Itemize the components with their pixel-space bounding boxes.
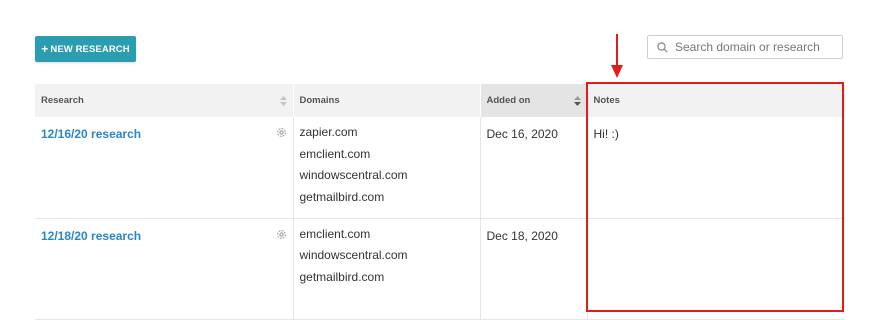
gear-icon[interactable] xyxy=(276,229,287,240)
domains-cell: zapier.com emclient.com windowscentral.c… xyxy=(293,117,481,219)
research-cell: 12/16/20 research xyxy=(35,117,294,219)
search-icon xyxy=(657,41,668,53)
table-row: 12/18/20 research emclient.com windowsce… xyxy=(35,218,845,320)
domain-item: zapier.com xyxy=(299,125,358,139)
column-header-added-on[interactable]: Added on xyxy=(480,84,588,117)
domain-item: emclient.com xyxy=(299,146,371,161)
added-on-cell: Dec 16, 2020 xyxy=(480,117,588,219)
domain-item: windowscentral.com xyxy=(299,248,408,262)
research-cell: 12/18/20 research xyxy=(35,218,294,320)
added-on-cell: Dec 18, 2020 xyxy=(480,218,588,320)
research-link[interactable]: 12/16/20 research xyxy=(41,127,141,141)
table-row: 12/16/20 research zapier.com emclient.co… xyxy=(35,117,845,219)
notes-cell[interactable] xyxy=(587,218,845,320)
research-link[interactable]: 12/18/20 research xyxy=(41,229,141,243)
new-research-button[interactable]: + NEW RESEARCH xyxy=(35,36,136,62)
notes-cell[interactable]: Hi! :) xyxy=(587,117,845,219)
plus-icon: + xyxy=(41,42,49,56)
domain-item: getmailbird.com xyxy=(299,269,385,284)
domain-item: emclient.com xyxy=(299,226,371,241)
domains-cell: emclient.com windowscentral.com getmailb… xyxy=(293,218,481,320)
gear-icon[interactable] xyxy=(276,127,287,138)
domain-item: getmailbird.com xyxy=(299,189,385,204)
search-input[interactable] xyxy=(675,40,835,54)
domain-item: windowscentral.com xyxy=(299,168,408,182)
column-header-notes: Notes xyxy=(587,84,846,117)
table-header-row: Research Domains Added on Notes xyxy=(35,84,846,117)
new-research-label: NEW RESEARCH xyxy=(50,43,130,55)
column-header-domains: Domains xyxy=(293,84,481,117)
search-box[interactable] xyxy=(647,35,843,59)
sort-icon[interactable] xyxy=(573,96,581,106)
column-header-research[interactable]: Research xyxy=(35,84,294,117)
down-arrow-icon xyxy=(611,34,623,78)
sort-icon[interactable] xyxy=(279,96,287,106)
research-table: Research Domains Added on Notes 12/16/20… xyxy=(35,84,846,320)
